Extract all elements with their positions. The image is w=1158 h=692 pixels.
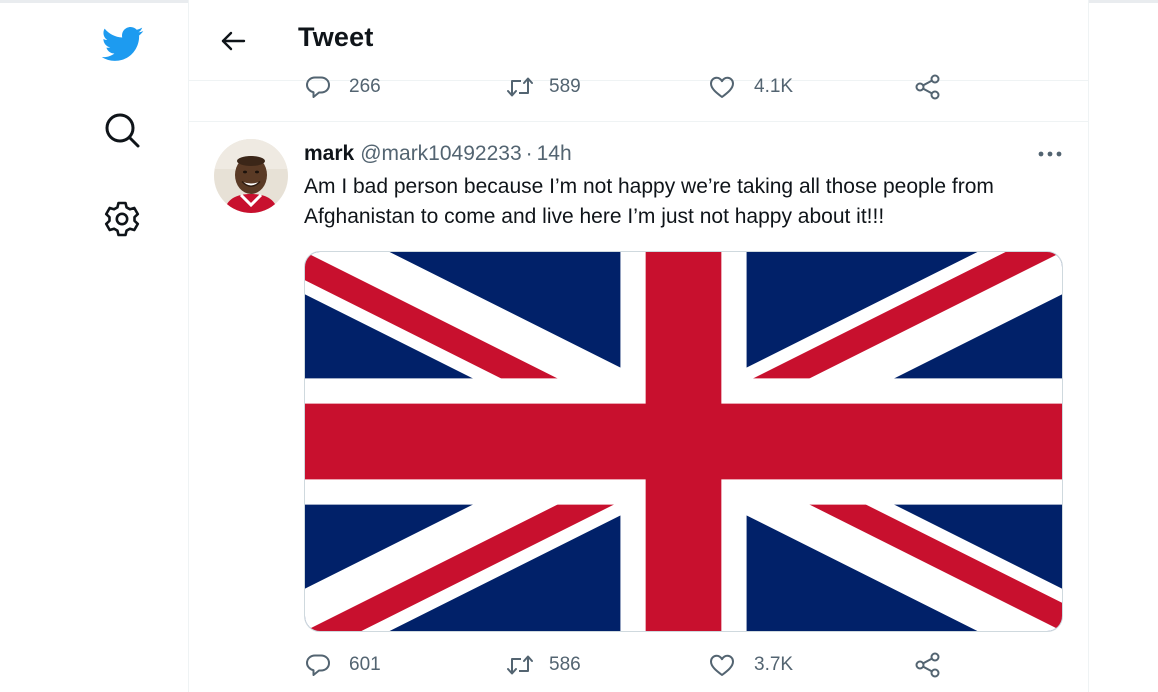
- page-title: Tweet: [298, 22, 374, 52]
- share-button[interactable]: [914, 650, 942, 680]
- tweet-time[interactable]: 14h: [537, 142, 572, 166]
- like-count: 4.1K: [754, 76, 794, 97]
- share-icon: [915, 652, 940, 678]
- more-options-button[interactable]: [1035, 144, 1065, 164]
- tweet-text: Am I bad person because I’m not happy we…: [304, 175, 994, 228]
- retweet-icon: [507, 77, 533, 97]
- like-button[interactable]: 4.1K: [708, 72, 793, 102]
- reply-count: 266: [349, 76, 381, 97]
- share-icon: [915, 74, 940, 100]
- separator: ·: [525, 142, 533, 165]
- union-jack-image: [305, 252, 1062, 631]
- main-column: Tweet 266 589 4.1K mark @mark10492233 · …: [188, 0, 1089, 692]
- speech-bubble-icon: [306, 76, 330, 98]
- like-count: 3.7K: [754, 654, 794, 675]
- retweet-button[interactable]: 589: [506, 72, 581, 102]
- reply-count: 601: [349, 654, 381, 675]
- tweet[interactable]: mark @mark10492233 · 14h Am I bad person…: [189, 122, 1088, 692]
- retweet-count: 589: [549, 76, 581, 97]
- like-button[interactable]: 3.7K: [708, 650, 793, 680]
- share-button[interactable]: [914, 72, 942, 102]
- gear-icon[interactable]: [101, 198, 143, 240]
- retweet-button[interactable]: 586: [506, 650, 581, 680]
- author-name[interactable]: mark: [304, 142, 354, 166]
- reply-button[interactable]: 601: [305, 650, 381, 680]
- avatar[interactable]: [214, 139, 288, 213]
- heart-icon: [710, 654, 734, 676]
- back-button[interactable]: [215, 24, 251, 58]
- speech-bubble-icon: [306, 654, 330, 676]
- page-header: Tweet: [189, 0, 1088, 81]
- retweet-icon: [507, 655, 533, 675]
- previous-tweet-actions: 266 589 4.1K: [189, 72, 1088, 102]
- tweet-header: mark @mark10492233 · 14h: [304, 142, 572, 168]
- reply-button[interactable]: 266: [305, 72, 381, 102]
- retweet-count: 586: [549, 654, 581, 675]
- more-horizontal-icon: [1038, 151, 1062, 157]
- author-handle[interactable]: @mark10492233: [360, 142, 521, 166]
- left-nav: [0, 0, 188, 692]
- heart-icon: [710, 76, 734, 98]
- search-icon[interactable]: [102, 110, 142, 150]
- twitter-bird-icon[interactable]: [100, 22, 144, 66]
- tweet-image[interactable]: [304, 251, 1063, 632]
- arrow-left-icon: [221, 31, 246, 51]
- tweet-actions: 601 586 3.7K: [189, 650, 1088, 680]
